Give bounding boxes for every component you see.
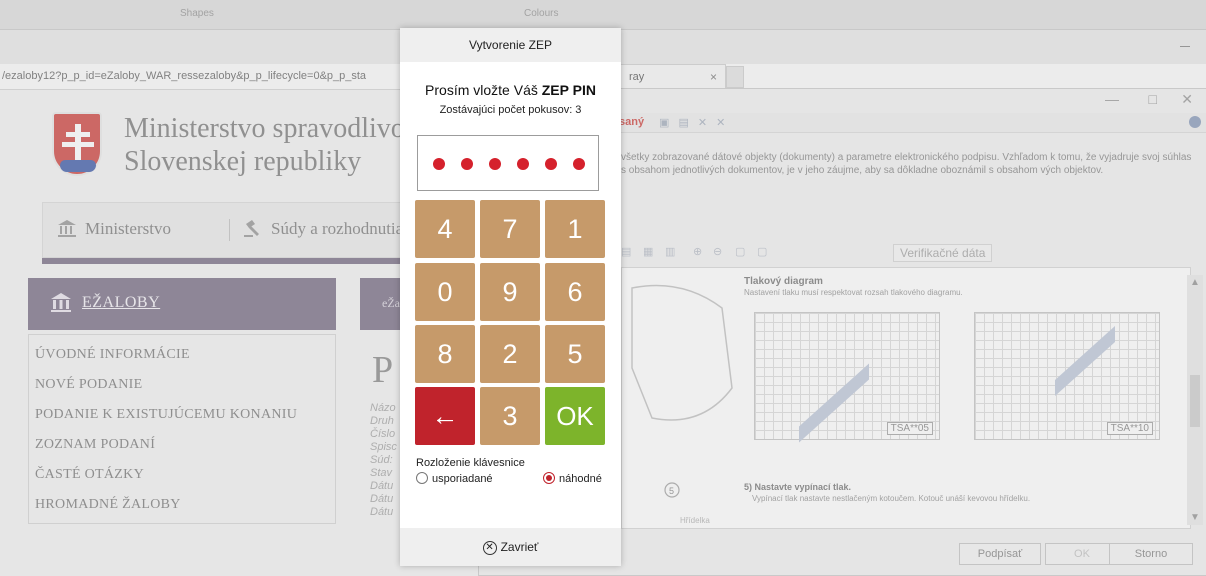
pin-dot — [433, 158, 445, 170]
close-icon: ✕ — [482, 541, 497, 555]
remaining-attempts: Zostávajúci počet pokusov: 3 — [439, 104, 582, 116]
keyboard-layout-label: Rozloženie klávesnice — [416, 457, 525, 469]
pin-prompt: Prosím vložte Váš ZEP PIN — [400, 82, 621, 98]
layout-option-random-label: náhodné — [559, 473, 602, 485]
close-button[interactable]: ✕ Zavrieť — [400, 528, 621, 566]
key-2[interactable]: 2 — [480, 325, 540, 383]
close-button-label: Zavrieť — [500, 540, 539, 554]
radio-ordered[interactable] — [416, 472, 428, 484]
dialog-title: Vytvorenie ZEP — [400, 28, 621, 62]
ok-key[interactable]: OK — [545, 387, 605, 445]
pin-input[interactable] — [417, 135, 599, 191]
key-7[interactable]: 7 — [480, 200, 540, 258]
key-4[interactable]: 4 — [415, 200, 475, 258]
pin-prompt-bold: ZEP PIN — [541, 82, 596, 98]
key-0[interactable]: 0 — [415, 263, 475, 321]
key-6[interactable]: 6 — [545, 263, 605, 321]
key-8[interactable]: 8 — [415, 325, 475, 383]
pin-dot — [489, 158, 501, 170]
pin-prompt-text: Prosím vložte Váš — [425, 82, 542, 98]
key-5[interactable]: 5 — [545, 325, 605, 383]
key-1[interactable]: 1 — [545, 200, 605, 258]
radio-random[interactable] — [543, 472, 555, 484]
key-3[interactable]: 3 — [480, 387, 540, 445]
pin-dot — [517, 158, 529, 170]
layout-option-random[interactable]: náhodné — [543, 472, 602, 485]
key-9[interactable]: 9 — [480, 263, 540, 321]
pin-dot — [461, 158, 473, 170]
backspace-key[interactable]: ← — [415, 387, 475, 445]
layout-option-ordered-label: usporiadané — [432, 473, 493, 485]
layout-option-ordered[interactable]: usporiadané — [416, 472, 493, 485]
pin-dot — [545, 158, 557, 170]
pin-dot — [573, 158, 585, 170]
pin-dialog: Vytvorenie ZEP Prosím vložte Váš ZEP PIN… — [400, 28, 621, 566]
